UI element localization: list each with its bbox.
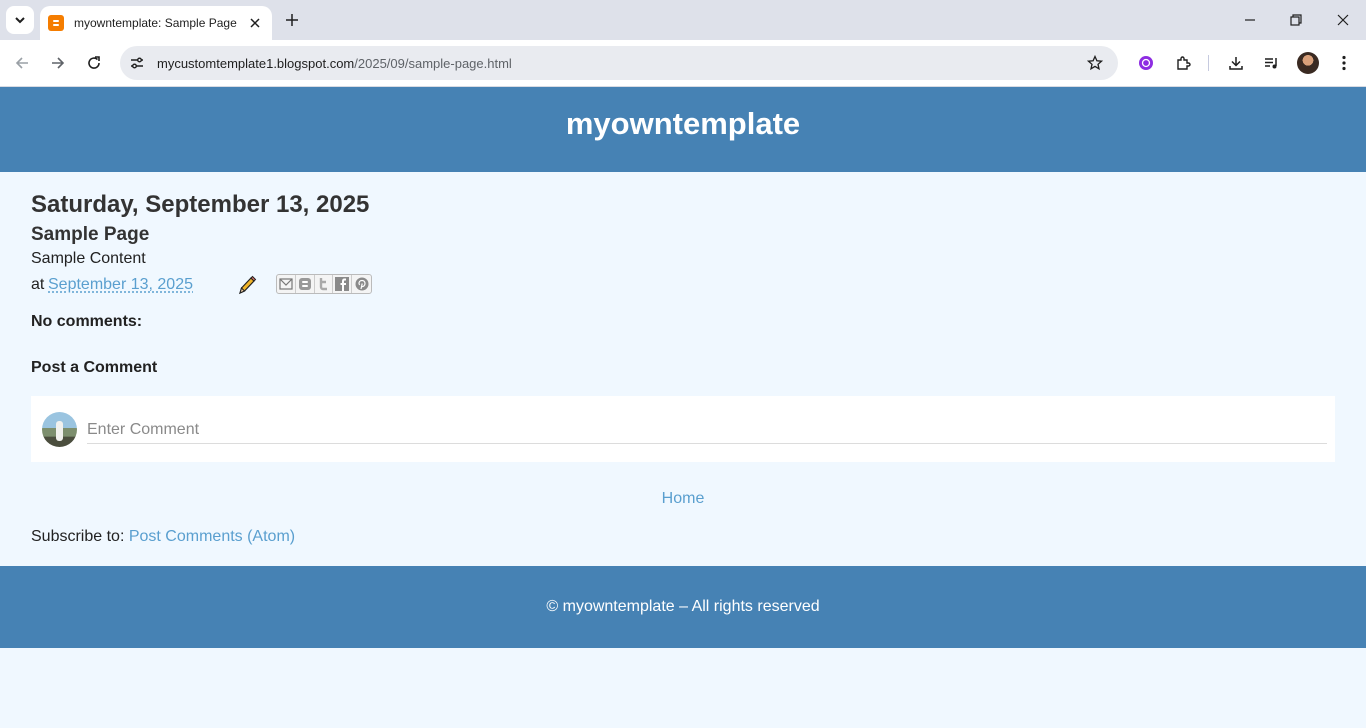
media-icon[interactable] [1261,52,1283,74]
subscribe-links: Subscribe to: Post Comments (Atom) [31,528,295,546]
star-icon[interactable] [1084,52,1106,74]
extension-purple-icon[interactable] [1135,52,1157,74]
browser-toolbar: mycustomtemplate1.blogspot.com/2025/09/s… [0,40,1366,87]
at-label: at [31,276,45,293]
facebook-share-icon[interactable] [333,275,353,293]
url-text: mycustomtemplate1.blogspot.com/2025/09/s… [157,55,512,71]
more-icon[interactable] [1333,52,1355,74]
tab-search-icon[interactable] [6,6,34,34]
blog-title[interactable]: myowntemplate [566,106,800,142]
comments-count: No comments: [31,313,143,330]
main-content: Saturday, September 13, 2025 Sample Page… [31,190,1335,545]
forward-icon[interactable] [47,52,69,74]
puzzle-icon[interactable] [1172,52,1194,74]
tab-title: myowntemplate: Sample Page [74,16,237,30]
post-body: Sample Content [31,250,146,267]
subscribe-label: Subscribe to: [31,528,125,545]
address-bar[interactable]: mycustomtemplate1.blogspot.com/2025/09/s… [120,46,1118,80]
site-header: myowntemplate [0,87,1366,172]
download-icon[interactable] [1225,52,1247,74]
close-icon[interactable] [246,14,264,32]
post-comment-heading: Post a Comment [31,359,158,376]
post-footer: at September 13, 2025 [31,274,1335,302]
atom-feed-link[interactable]: Post Comments (Atom) [129,528,295,545]
toolbar-divider [1208,55,1209,71]
plus-icon[interactable] [282,10,302,30]
minimize-icon[interactable] [1240,10,1260,30]
comment-form [31,396,1335,462]
avatar[interactable] [1297,52,1319,74]
home-link: Home [31,490,1335,508]
browser-tab-strip: myowntemplate: Sample Page [0,0,1366,40]
date-header: Saturday, September 13, 2025 [31,191,370,218]
back-icon[interactable] [11,52,33,74]
site-footer: © myowntemplate – All rights reserved [0,566,1366,648]
browser-tab[interactable]: myowntemplate: Sample Page [40,6,272,40]
pinterest-share-icon[interactable] [352,275,371,293]
footer-text: © myowntemplate – All rights reserved [546,598,820,615]
site-settings-icon[interactable] [122,48,152,78]
email-share-icon[interactable] [277,275,296,293]
blogger-favicon-icon [48,15,64,31]
pencil-edit-icon[interactable] [237,274,257,296]
reload-icon[interactable] [83,52,105,74]
restore-icon[interactable] [1286,10,1306,30]
post-timestamp-link[interactable]: September 13, 2025 [48,276,193,294]
share-buttons [276,274,372,294]
blogthis-share-icon[interactable] [296,275,315,293]
post-title: Sample Page [31,224,150,245]
comment-input[interactable] [87,416,1327,444]
twitter-share-icon[interactable] [315,275,334,293]
commenter-avatar[interactable] [42,412,77,447]
window-close-icon[interactable] [1333,10,1353,30]
home-link-label[interactable]: Home [662,490,705,507]
